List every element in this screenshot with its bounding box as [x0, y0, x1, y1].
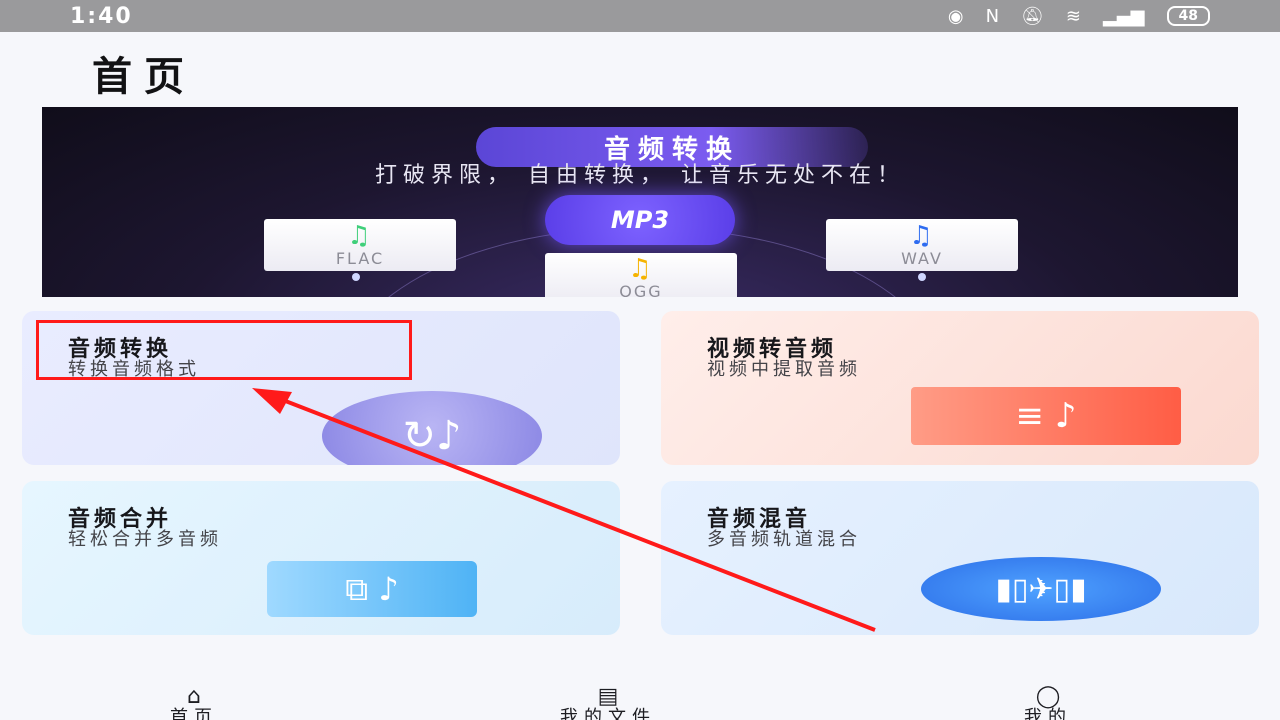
- banner-subtitle: 打破界限， 自由转换， 让音乐无处不在！: [375, 163, 905, 188]
- flac-format-card: ♫ FLAC: [264, 219, 456, 271]
- music-note-icon: ♫: [347, 220, 373, 251]
- ogg-label: OGG: [619, 281, 663, 298]
- merge-icon: ⧉ ♪: [267, 561, 477, 617]
- annotation-highlight-box: [36, 320, 412, 380]
- wav-label: WAV: [901, 248, 943, 268]
- wifi-icon: ≋: [1065, 5, 1081, 27]
- banner-dot: [918, 273, 926, 281]
- mp3-badge: MP3: [545, 195, 735, 245]
- music-note-icon: ♫: [909, 220, 935, 251]
- wav-format-card: ♫ WAV: [826, 219, 1018, 271]
- convert-disc-icon: ↻♪: [322, 391, 542, 465]
- nav-label: 首页: [170, 707, 218, 720]
- nav-label: 我的: [1024, 707, 1072, 720]
- card-desc: 多音频轨道混合: [707, 529, 861, 550]
- eye-icon: ◉: [947, 5, 964, 27]
- status-time: 1:40: [70, 3, 133, 29]
- music-note-icon: ♫: [628, 253, 654, 284]
- nav-my-files[interactable]: ▤ 我的文件: [560, 686, 656, 720]
- mute-icon: 🔕︎: [1021, 5, 1044, 27]
- banner-dot: [352, 273, 360, 281]
- battery-icon: 48: [1166, 6, 1210, 26]
- card-desc: 视频中提取音频: [707, 359, 861, 380]
- promo-banner[interactable]: 音频转换 打破界限， 自由转换， 让音乐无处不在！ MP3 ♫ FLAC ♫ O…: [42, 107, 1238, 297]
- flac-label: FLAC: [335, 248, 385, 268]
- nav-mine[interactable]: ◯ 我的: [1024, 686, 1072, 720]
- audio-merge-card[interactable]: 音频合并 轻松合并多音频 ⧉ ♪: [22, 481, 620, 635]
- user-icon: ◯: [1035, 684, 1061, 709]
- nav-home[interactable]: ⌂ 首页: [170, 686, 218, 720]
- ogg-format-card: ♫ OGG: [545, 253, 737, 297]
- audio-mix-card[interactable]: 音频混音 多音频轨道混合 ▮▯✈▯▮: [661, 481, 1259, 635]
- document-extract-icon: ≡ ♪: [911, 387, 1181, 445]
- signal-icon: ▂▄▆: [1102, 5, 1145, 27]
- home-icon: ⌂: [187, 684, 201, 709]
- nav-label: 我的文件: [560, 707, 656, 720]
- bottom-nav: ⌂ 首页 ▤ 我的文件 ◯ 我的: [0, 682, 1280, 720]
- status-icons: ◉ N 🔕︎ ≋ ▂▄▆ 48: [948, 6, 1210, 27]
- page-title: 首页: [92, 54, 196, 100]
- nfc-icon: N: [985, 5, 1000, 27]
- status-bar: 1:40 ◉ N 🔕︎ ≋ ▂▄▆ 48: [0, 0, 1280, 32]
- mix-waveform-icon: ▮▯✈▯▮: [921, 557, 1161, 621]
- video-to-audio-card[interactable]: 视频转音频 视频中提取音频 ≡ ♪: [661, 311, 1259, 465]
- card-desc: 轻松合并多音频: [68, 529, 222, 550]
- file-icon: ▤: [597, 684, 619, 709]
